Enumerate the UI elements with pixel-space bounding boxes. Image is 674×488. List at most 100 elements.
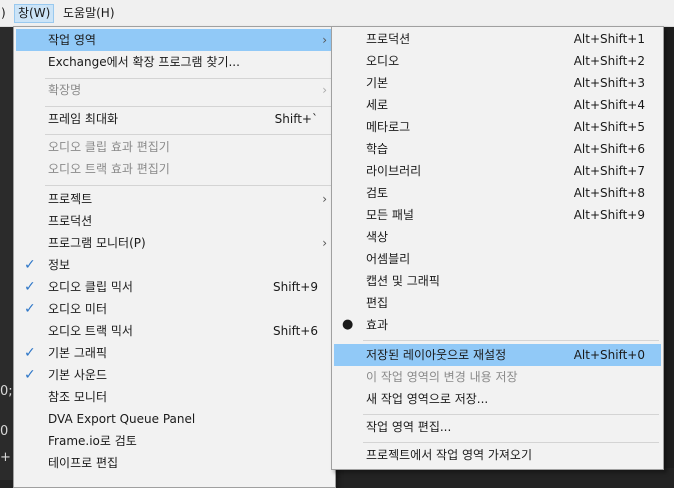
menu-item-label: 오디오 트랙 믹서 bbox=[48, 324, 133, 338]
workspace-item[interactable]: 메타로그 Alt+Shift+5 bbox=[334, 116, 661, 138]
menu-item-audio-track-effect-editor: 오디오 트랙 효과 편집기 bbox=[16, 158, 333, 180]
menu-separator bbox=[45, 185, 331, 186]
workspace-submenu: 프로덕션 Alt+Shift+1 오디오 Alt+Shift+2 기본 Alt+Shi… bbox=[331, 26, 664, 470]
shortcut-text: Alt+Shift+0 bbox=[573, 348, 645, 362]
menubar-item-help[interactable]: 도움말(H) bbox=[60, 5, 118, 22]
menu-item-label: 기본 사운드 bbox=[48, 368, 108, 382]
menu-item-label: 학습 bbox=[366, 142, 389, 156]
menu-item-label: 테이프로 편집 bbox=[48, 456, 119, 470]
menubar-item-window[interactable]: 창(W) bbox=[14, 4, 55, 23]
menu-item-label: 편집 bbox=[366, 296, 389, 310]
menu-item-label: 메타로그 bbox=[366, 120, 411, 134]
menu-item-label: 프로덕션 bbox=[366, 32, 411, 46]
menu-item-label: 프레임 최대화 bbox=[48, 112, 119, 126]
shortcut-text: Alt+Shift+8 bbox=[573, 186, 645, 200]
menu-item-essential-graphics[interactable]: ✓ 기본 그래픽 bbox=[16, 342, 333, 364]
chevron-right-icon: › bbox=[322, 83, 327, 97]
menu-item-label: 캡션 및 그래픽 bbox=[366, 274, 440, 288]
menu-item-save-workspace-changes: 이 작업 영역의 변경 내용 저장 bbox=[334, 366, 661, 388]
menu-item-label: 오디오 미터 bbox=[48, 302, 108, 316]
shortcut-text: Alt+Shift+5 bbox=[573, 120, 645, 134]
menu-item-audio-meters[interactable]: ✓ 오디오 미터 bbox=[16, 298, 333, 320]
menu-item-audio-track-mixer[interactable]: 오디오 트랙 믹서 Shift+6 bbox=[16, 320, 333, 342]
checkmark-icon: ✓ bbox=[24, 279, 36, 295]
background-glyph-fragment: 0 bbox=[0, 424, 9, 439]
shortcut-text: Shift+6 bbox=[273, 324, 318, 338]
menu-item-essential-sound[interactable]: ✓ 기본 사운드 bbox=[16, 364, 333, 386]
shortcut-text: Alt+Shift+9 bbox=[573, 208, 645, 222]
menu-item-label: Frame.io로 검토 bbox=[48, 434, 137, 448]
menu-item-label: 색상 bbox=[366, 230, 389, 244]
shortcut-text: Alt+Shift+4 bbox=[573, 98, 645, 112]
shortcut-text: Shift+9 bbox=[273, 280, 318, 294]
menu-item-import-workspace-from-project[interactable]: 프로젝트에서 작업 영역 가져오기 bbox=[334, 444, 661, 466]
workspace-item[interactable]: 편집 bbox=[334, 292, 661, 314]
workspace-item[interactable]: 색상 bbox=[334, 226, 661, 248]
menu-item-label: 저장된 레이아웃으로 재설정 bbox=[366, 348, 507, 362]
chevron-right-icon: › bbox=[322, 192, 327, 206]
workspace-item[interactable]: 모든 패널 Alt+Shift+9 bbox=[334, 204, 661, 226]
menu-item-edit-to-tape[interactable]: 테이프로 편집 bbox=[16, 452, 333, 474]
shortcut-text: Alt+Shift+2 bbox=[573, 54, 645, 68]
workspace-item[interactable]: 프로덕션 Alt+Shift+1 bbox=[334, 28, 661, 50]
menu-item-maximize-frame[interactable]: 프레임 최대화 Shift+` bbox=[16, 108, 333, 130]
menu-separator bbox=[363, 414, 659, 415]
menu-item-label: 프로젝트에서 작업 영역 가져오기 bbox=[366, 448, 533, 462]
menu-item-label: 이 작업 영역의 변경 내용 저장 bbox=[366, 370, 518, 384]
workspace-item[interactable]: 학습 Alt+Shift+6 bbox=[334, 138, 661, 160]
shortcut-text: Alt+Shift+3 bbox=[573, 76, 645, 90]
menu-item-label: 오디오 클립 효과 편집기 bbox=[48, 140, 170, 154]
menu-item-label: 기본 bbox=[366, 76, 389, 90]
menu-item-label: 프로그램 모니터(P) bbox=[48, 236, 146, 250]
menu-item-label: DVA Export Queue Panel bbox=[48, 412, 196, 426]
menubar-item-partial[interactable]: ) bbox=[0, 5, 9, 22]
menu-item-exchange[interactable]: Exchange에서 확장 프로그램 찾기... bbox=[16, 51, 333, 73]
menu-separator bbox=[363, 340, 659, 341]
menu-item-workspace[interactable]: 작업 영역 › bbox=[16, 29, 333, 51]
menu-item-info[interactable]: ✓ 정보 bbox=[16, 254, 333, 276]
workspace-item[interactable]: 어셈블리 bbox=[334, 248, 661, 270]
checkmark-icon: ✓ bbox=[24, 345, 36, 361]
menu-item-reset-saved-layout[interactable]: 저장된 레이아웃으로 재설정 Alt+Shift+0 bbox=[334, 344, 661, 366]
menu-separator bbox=[45, 106, 331, 107]
workspace-item[interactable]: 검토 Alt+Shift+8 bbox=[334, 182, 661, 204]
menu-item-label: Exchange에서 확장 프로그램 찾기... bbox=[48, 55, 240, 69]
menu-item-label: 정보 bbox=[48, 258, 71, 272]
menu-item-label: 기본 그래픽 bbox=[48, 346, 108, 360]
radio-bullet-icon: ● bbox=[342, 317, 354, 332]
workspace-item[interactable]: 라이브러리 Alt+Shift+7 bbox=[334, 160, 661, 182]
checkmark-icon: ✓ bbox=[24, 301, 36, 317]
menu-item-frameio-review[interactable]: Frame.io로 검토 bbox=[16, 430, 333, 452]
menu-item-audio-clip-mixer[interactable]: ✓ 오디오 클립 믹서 Shift+9 bbox=[16, 276, 333, 298]
workspace-item[interactable]: 세로 Alt+Shift+4 bbox=[334, 94, 661, 116]
menu-item-edit-workspaces[interactable]: 작업 영역 편집... bbox=[334, 416, 661, 438]
shortcut-text: Alt+Shift+1 bbox=[573, 32, 645, 46]
shortcut-text: Alt+Shift+6 bbox=[573, 142, 645, 156]
background-panel-left bbox=[0, 27, 14, 480]
window-menu: 작업 영역 › Exchange에서 확장 프로그램 찾기... 확장명 › 프… bbox=[13, 26, 336, 488]
checkmark-icon: ✓ bbox=[24, 367, 36, 383]
checkmark-icon: ✓ bbox=[24, 257, 36, 273]
workspace-item-active[interactable]: ● 효과 bbox=[334, 314, 661, 336]
menu-item-dva-export-queue[interactable]: DVA Export Queue Panel bbox=[16, 408, 333, 430]
menu-bar: ) 창(W) 도움말(H) bbox=[0, 0, 674, 27]
menu-item-label: 모든 패널 bbox=[366, 208, 414, 222]
menu-item-label: 검토 bbox=[366, 186, 389, 200]
menu-item-production[interactable]: 프로덕션 bbox=[16, 210, 333, 232]
background-plus-icon[interactable]: + bbox=[0, 450, 11, 465]
menu-item-label: 오디오 bbox=[366, 54, 400, 68]
workspace-item[interactable]: 기본 Alt+Shift+3 bbox=[334, 72, 661, 94]
menu-item-label: 라이브러리 bbox=[366, 164, 422, 178]
menu-item-label: 세로 bbox=[366, 98, 389, 112]
menu-item-label: 새 작업 영역으로 저장... bbox=[366, 392, 489, 406]
menu-item-save-as-new-workspace[interactable]: 새 작업 영역으로 저장... bbox=[334, 388, 661, 410]
menu-item-reference-monitor[interactable]: 참조 모니터 bbox=[16, 386, 333, 408]
workspace-item[interactable]: 오디오 Alt+Shift+2 bbox=[334, 50, 661, 72]
menu-separator bbox=[45, 134, 331, 135]
workspace-item[interactable]: 캡션 및 그래픽 bbox=[334, 270, 661, 292]
menu-item-project[interactable]: 프로젝트 › bbox=[16, 188, 333, 210]
menu-item-program-monitor[interactable]: 프로그램 모니터(P) › bbox=[16, 232, 333, 254]
menu-item-label: 오디오 트랙 효과 편집기 bbox=[48, 162, 170, 176]
menu-separator bbox=[363, 442, 659, 443]
chevron-right-icon: › bbox=[322, 33, 327, 47]
